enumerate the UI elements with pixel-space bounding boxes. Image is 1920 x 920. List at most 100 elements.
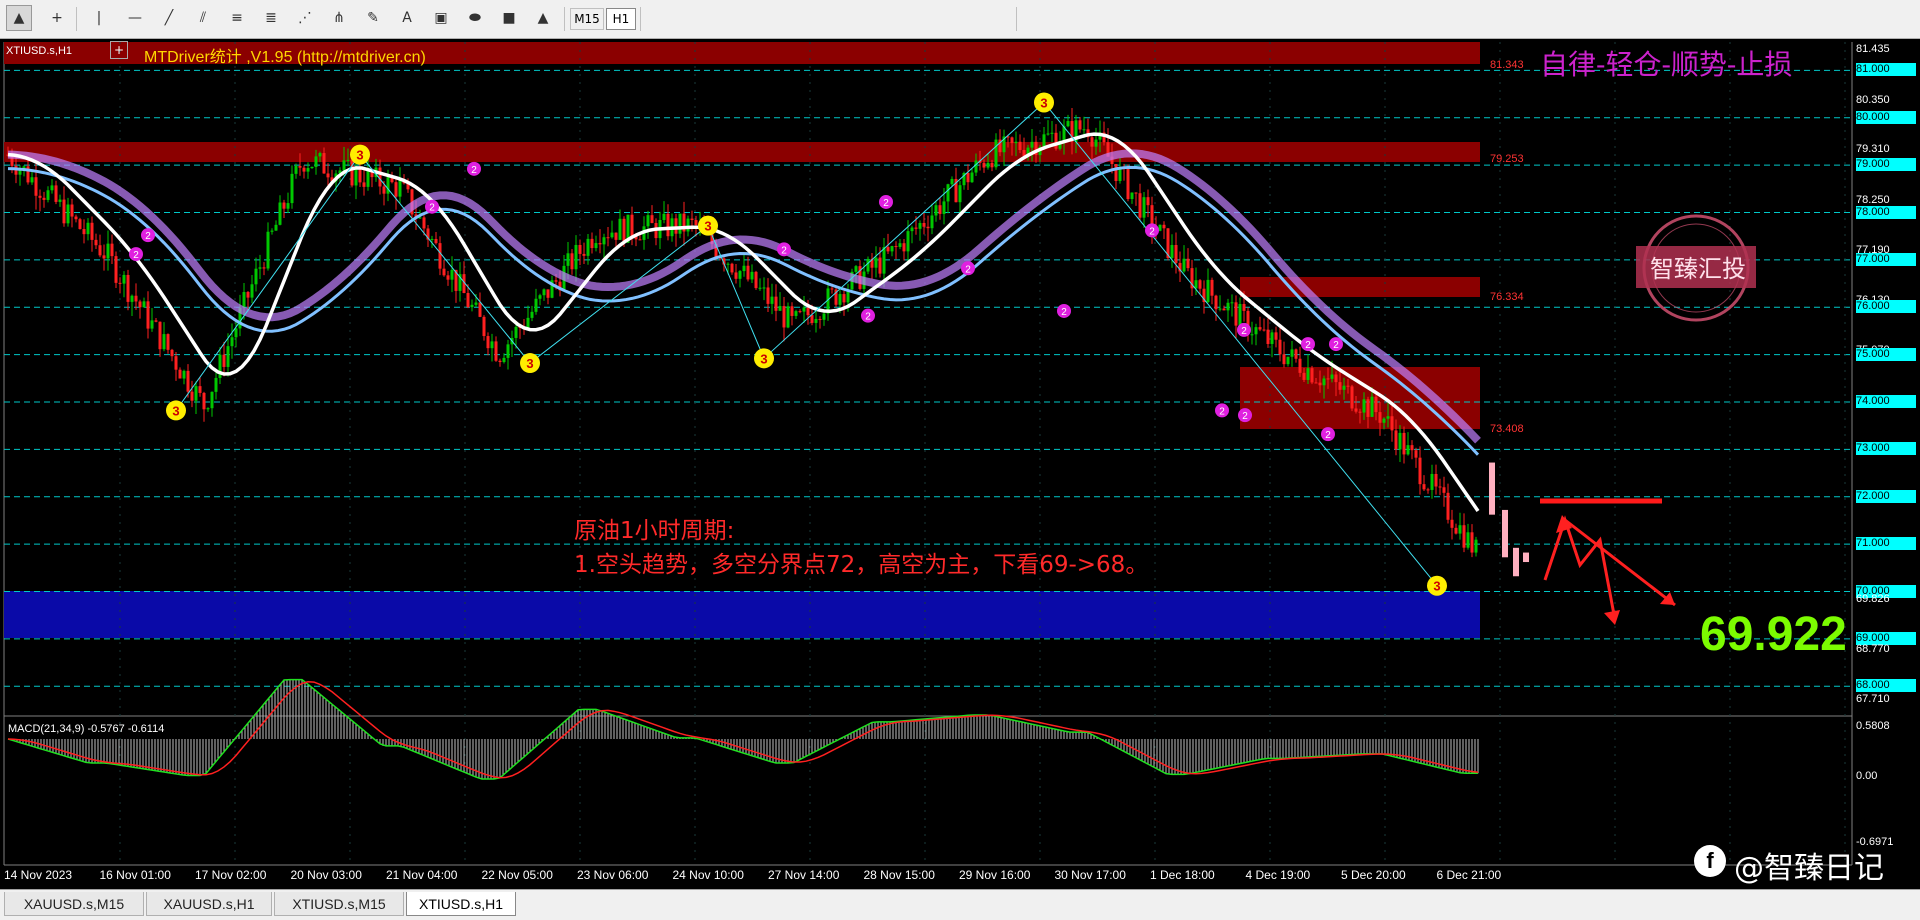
ellipse-icon[interactable]: ⬬ — [462, 5, 488, 31]
rectangle-icon[interactable]: ■ — [496, 5, 522, 31]
triangle-icon[interactable]: ▲ — [530, 5, 556, 31]
tab-xtiusd-h1[interactable]: XTIUSD.s,H1 — [406, 892, 516, 916]
expand-icon[interactable]: + — [110, 41, 128, 59]
marker-text: 3 — [1040, 95, 1047, 110]
candle-body — [746, 265, 750, 280]
pitchfork-icon[interactable]: ⋔ — [326, 5, 352, 31]
timeframe-h1-button[interactable]: H1 — [606, 8, 636, 30]
pencil-icon[interactable]: ✎ — [360, 5, 386, 31]
tab-xtiusd-m15[interactable]: XTIUSD.s,M15 — [274, 892, 404, 916]
marker-text: 2 — [883, 198, 889, 209]
candle-body — [574, 244, 578, 270]
chart-window[interactable]: 33333332222222222222222 XTIUSD.s,H1 + MT… — [0, 39, 1920, 889]
candle-body — [1242, 304, 1246, 311]
candle-body — [1398, 432, 1402, 450]
ma-white-line — [7, 132, 1480, 512]
minor-swing-marker: 2 — [1329, 337, 1343, 352]
minor-swing-marker: 2 — [1057, 303, 1071, 318]
time-axis-label: 23 Nov 06:00 — [577, 868, 649, 882]
candle-body — [666, 213, 670, 237]
gann-fan-icon[interactable]: ⋰ — [292, 5, 318, 31]
tab-xauusd-h1[interactable]: XAUUSD.s,H1 — [146, 892, 272, 916]
candle-body — [1114, 164, 1118, 181]
equidistant-channel-icon[interactable]: ⫽ — [190, 5, 216, 31]
candle-body — [298, 166, 302, 168]
candle-body — [126, 274, 130, 302]
tab-xauusd-m15[interactable]: XAUUSD.s,M15 — [4, 892, 144, 916]
time-axis-label: 30 Nov 17:00 — [1054, 868, 1126, 882]
candle-body — [70, 204, 74, 217]
candle-body — [638, 239, 642, 241]
time-axis-label: 16 Nov 01:00 — [99, 868, 171, 882]
fibonacci-expansion-icon[interactable]: ≣ — [258, 5, 284, 31]
fibonacci-retracement-icon[interactable]: ≡ — [224, 5, 250, 31]
candle-body — [138, 301, 142, 308]
candle-body — [186, 370, 190, 392]
text-icon[interactable]: A — [394, 5, 420, 31]
candle-body — [422, 217, 426, 229]
minor-swing-marker: 2 — [1238, 408, 1252, 423]
price-axis-label: 68.000 — [1856, 679, 1916, 693]
indicator-label: MTDriver统计 ,V1.95 (http://mtdriver.cn) — [144, 49, 426, 66]
candle-body — [1466, 532, 1470, 548]
candle-body — [226, 346, 230, 367]
candle-body — [1362, 399, 1366, 413]
timeframe-m15-button[interactable]: M15 — [570, 8, 604, 30]
swing-high-low-marker: 3 — [350, 144, 370, 165]
candle-body — [1214, 295, 1218, 310]
horizontal-line-icon[interactable]: — — [122, 5, 148, 31]
cursor-icon[interactable]: ▲ — [6, 5, 32, 31]
candle-body — [62, 199, 66, 224]
candle-body — [694, 220, 698, 226]
minor-swing-marker: 2 — [425, 199, 439, 214]
candle-body — [322, 153, 326, 174]
candle-body — [342, 160, 346, 171]
crosshair-icon[interactable]: + — [44, 5, 70, 31]
candle-body — [1310, 368, 1314, 383]
price-axis-label: 78.000 — [1856, 205, 1916, 219]
candle-body — [30, 177, 34, 183]
minor-swing-marker: 2 — [777, 242, 791, 257]
price-axis-label: 73.000 — [1856, 442, 1916, 456]
candle-body — [266, 231, 270, 269]
analysis-body: 1.空头趋势，多空分界点72，高空为主，下看69->68。 — [574, 552, 1149, 578]
candle-body — [118, 282, 122, 284]
text-label-icon[interactable]: ▣ — [428, 5, 454, 31]
marker-text: 3 — [1433, 579, 1440, 594]
candle-body — [222, 354, 226, 367]
macd-signal-line — [7, 680, 1479, 779]
resistance-zone-76 — [1240, 277, 1480, 297]
marker-text: 2 — [1242, 411, 1248, 422]
minor-swing-marker: 2 — [1145, 223, 1159, 238]
forecast-candle — [1489, 462, 1495, 515]
candle-body — [1422, 484, 1426, 490]
marker-text: 2 — [1061, 307, 1067, 318]
candle-body — [1406, 445, 1410, 455]
forecast-candle — [1523, 552, 1529, 563]
time-axis-label: 27 Nov 14:00 — [768, 868, 840, 882]
candle-body — [50, 185, 54, 191]
candle-body — [1458, 525, 1462, 534]
candle-body — [326, 173, 330, 178]
candle-body — [926, 226, 930, 229]
marker-text: 3 — [760, 351, 767, 366]
candle-body — [662, 213, 666, 221]
candle-body — [38, 195, 42, 198]
candle-body — [754, 271, 758, 289]
candle-body — [270, 230, 274, 232]
candle-body — [1126, 167, 1130, 200]
time-axis-label: 17 Nov 02:00 — [195, 868, 267, 882]
candle-body — [1426, 489, 1430, 491]
candle-body — [1410, 445, 1414, 451]
candle-body — [1018, 141, 1022, 150]
candle-body — [1218, 308, 1222, 310]
vertical-line-icon[interactable]: | — [86, 5, 112, 31]
swing-high-low-marker: 3 — [166, 400, 186, 421]
candle-body — [110, 243, 114, 257]
candle-body — [486, 336, 490, 349]
candle-body — [650, 215, 654, 224]
trendline-icon[interactable]: ╱ — [156, 5, 182, 31]
candle-body — [1050, 132, 1054, 134]
candle-body — [802, 307, 806, 312]
price-chart[interactable]: 3333333222222222222 22 22 — [0, 39, 1920, 889]
